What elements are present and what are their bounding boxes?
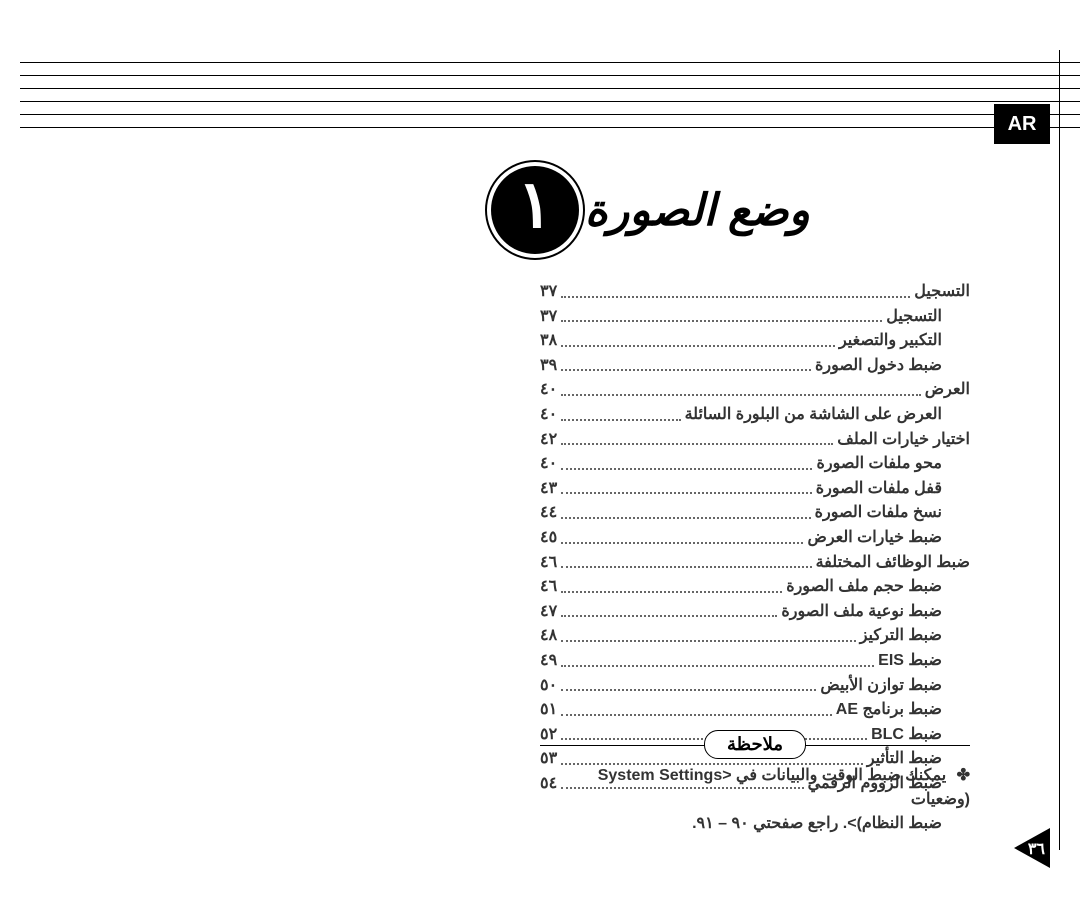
toc-dots <box>561 443 833 445</box>
toc-row: ضبط حجم ملف الصورة ٤٦ <box>540 576 970 598</box>
toc-title: ضبط توازن الأبيض <box>820 675 942 697</box>
toc-dots <box>561 394 921 396</box>
toc-title: العرض <box>925 379 970 401</box>
toc-page: ٥١ <box>540 699 557 721</box>
table-of-contents: التسجيل ٣٧ التسجيل ٣٧ التكبير والتصغير ٣٨ ضبط … <box>540 278 970 797</box>
toc-row: ضبط توازن الأبيض ٥٠ <box>540 675 970 697</box>
toc-row: العرض على الشاشة من البلورة السائلة ٤٠ <box>540 404 970 426</box>
bullet-icon: ✤ <box>957 767 970 784</box>
toc-page: ٣٧ <box>540 281 557 303</box>
toc-row: ضبط دخول الصورة ٣٩ <box>540 355 970 377</box>
rule-line <box>20 101 1080 114</box>
header-rules <box>20 62 1080 142</box>
toc-dots <box>561 369 811 371</box>
toc-row: محو ملفات الصورة ٤٠ <box>540 453 970 475</box>
toc-dots <box>561 468 812 470</box>
toc-row: التسجيل ٣٧ <box>540 306 970 328</box>
toc-dots <box>561 689 816 691</box>
toc-page: ٤٦ <box>540 552 557 574</box>
toc-dots <box>561 542 803 544</box>
toc-row: ضبط نوعية ملف الصورة ٤٧ <box>540 601 970 623</box>
toc-title: ضبط نوعية ملف الصورة <box>781 601 942 623</box>
note-label: ملاحظة <box>704 730 806 759</box>
toc-page: ٣٧ <box>540 306 557 328</box>
toc-row: ضبط EIS ٤٩ <box>540 650 970 672</box>
rule-line <box>20 127 1080 140</box>
toc-page: ٤٠ <box>540 453 557 475</box>
toc-page: ٤٠ <box>540 379 557 401</box>
note-line1: يمكنك ضبط الوقت والبيانات في <System Set… <box>598 767 970 808</box>
toc-dots <box>561 591 782 593</box>
rule-line <box>20 75 1080 88</box>
toc-row: التكبير والتصغير ٣٨ <box>540 330 970 352</box>
chapter-number-badge: ١ <box>485 160 585 260</box>
toc-dots <box>561 296 910 298</box>
toc-title: قفل ملفات الصورة <box>816 478 942 500</box>
chapter-number: ١ <box>517 171 552 237</box>
toc-row: العرض ٤٠ <box>540 379 970 401</box>
toc-title: ضبط حجم ملف الصورة <box>786 576 942 598</box>
toc-title: ضبط دخول الصورة <box>815 355 942 377</box>
toc-dots <box>561 615 777 617</box>
toc-dots <box>561 320 882 322</box>
toc-page: ٤٦ <box>540 576 557 598</box>
toc-row: اختيار خيارات الملف ٤٢ <box>540 429 970 451</box>
toc-title: التسجيل <box>886 306 942 328</box>
toc-row: ضبط الوظائف المختلفة ٤٦ <box>540 552 970 574</box>
toc-dots <box>561 345 835 347</box>
language-badge: AR <box>994 104 1050 144</box>
toc-title: محو ملفات الصورة <box>816 453 942 475</box>
toc-row: قفل ملفات الصورة ٤٣ <box>540 478 970 500</box>
toc-page: ٥٠ <box>540 675 557 697</box>
toc-title: ضبط EIS <box>878 650 942 672</box>
toc-title: نسخ ملفات الصورة <box>815 502 942 524</box>
toc-title: العرض على الشاشة من البلورة السائلة <box>685 404 942 426</box>
toc-row: ضبط برنامج AE ٥١ <box>540 699 970 721</box>
toc-dots <box>561 517 810 519</box>
toc-row: ضبط خيارات العرض ٤٥ <box>540 527 970 549</box>
toc-page: ٤٠ <box>540 404 557 426</box>
toc-page: ٤٤ <box>540 502 557 524</box>
toc-page: ٣٨ <box>540 330 557 352</box>
rule-line <box>20 62 1080 75</box>
toc-page: ٤٩ <box>540 650 557 672</box>
toc-dots <box>561 419 680 421</box>
toc-row: التسجيل ٣٧ <box>540 281 970 303</box>
toc-page: ٤٢ <box>540 429 557 451</box>
rule-line <box>20 88 1080 101</box>
toc-title: ضبط الوظائف المختلفة <box>816 552 970 574</box>
toc-title: ضبط خيارات العرض <box>807 527 942 549</box>
circle-inner: ١ <box>491 166 579 254</box>
toc-title: التكبير والتصغير <box>839 330 942 352</box>
toc-page: ٤٨ <box>540 625 557 647</box>
toc-dots <box>561 714 832 716</box>
page-number: ٣٦ <box>1028 839 1045 859</box>
toc-dots <box>561 665 874 667</box>
toc-title: ضبط التركيز <box>860 625 942 647</box>
toc-dots <box>561 492 812 494</box>
toc-page: ٣٩ <box>540 355 557 377</box>
chapter-title: وضع الصورة <box>585 185 810 236</box>
toc-row: نسخ ملفات الصورة ٤٤ <box>540 502 970 524</box>
vertical-divider <box>1059 50 1060 850</box>
toc-page: ٤٥ <box>540 527 557 549</box>
note-section: ملاحظة ✤ يمكنك ضبط الوقت والبيانات في <S… <box>540 730 970 836</box>
toc-page: ٤٣ <box>540 478 557 500</box>
chapter-header: وضع الصورة ١ <box>485 160 840 260</box>
toc-row: ضبط التركيز ٤٨ <box>540 625 970 647</box>
note-line2: ضبط النظام)>. راجع صفحتي ٩٠ – ٩١. <box>540 812 942 836</box>
toc-title: ضبط برنامج AE <box>836 699 942 721</box>
note-text: ✤ يمكنك ضبط الوقت والبيانات في <System S… <box>540 764 970 836</box>
toc-dots <box>561 566 811 568</box>
toc-title: التسجيل <box>914 281 970 303</box>
toc-page: ٤٧ <box>540 601 557 623</box>
rule-line <box>20 114 1080 127</box>
toc-title: اختيار خيارات الملف <box>837 429 970 451</box>
toc-dots <box>561 640 856 642</box>
